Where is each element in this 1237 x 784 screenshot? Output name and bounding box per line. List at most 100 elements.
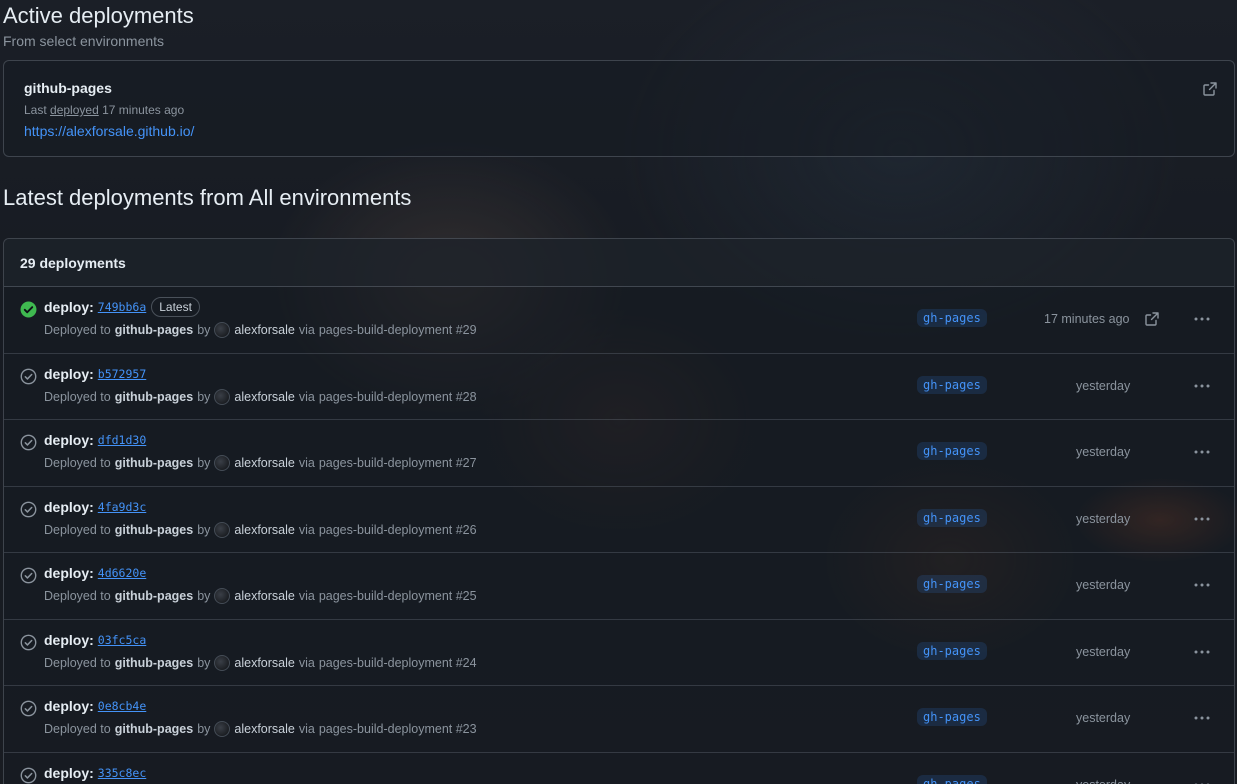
kebab-menu-icon[interactable]	[1193, 378, 1211, 394]
environment-link[interactable]: github-pages	[115, 456, 193, 470]
environment-link[interactable]: github-pages	[115, 390, 193, 404]
via-label: via	[298, 522, 315, 537]
branch-label[interactable]: gh-pages	[917, 641, 987, 660]
external-link-icon[interactable]	[1144, 311, 1160, 327]
branch-label[interactable]: gh-pages	[917, 575, 987, 593]
via-label: via	[298, 389, 315, 404]
workflow-run-link[interactable]: pages-build-deployment #26	[319, 523, 477, 537]
deploy-label: deploy:	[44, 565, 94, 581]
branch-label[interactable]: gh-pages	[917, 708, 987, 726]
deployment-title: deploy: 4d6620e	[44, 563, 146, 583]
kebab-menu-icon[interactable]	[1193, 644, 1211, 660]
by-label: by	[197, 722, 211, 736]
workflow-run-link[interactable]: pages-build-deployment #29	[319, 323, 477, 337]
workflow-run-link[interactable]: pages-build-deployment #28	[319, 390, 477, 404]
inactive-check-icon	[20, 434, 37, 451]
deploy-label: deploy:	[44, 299, 94, 315]
deployment-row: deploy: dfd1d30 Deployed to github-pages…	[4, 420, 1234, 487]
avatar[interactable]	[214, 588, 231, 604]
deployed-link[interactable]: deployed	[50, 103, 99, 117]
environment-link[interactable]: github-pages	[115, 656, 193, 670]
avatar[interactable]	[214, 455, 231, 471]
branch-label[interactable]: gh-pages	[917, 442, 987, 460]
kebab-menu-icon[interactable]	[1193, 511, 1211, 527]
commit-sha-link[interactable]: 4fa9d3c	[98, 500, 146, 514]
by-label: by	[197, 589, 211, 603]
avatar[interactable]	[214, 521, 231, 538]
inactive-check-icon	[20, 700, 37, 717]
environment-link[interactable]: github-pages	[115, 323, 193, 337]
avatar[interactable]	[214, 654, 231, 671]
deployment-row: deploy: b572957 Deployed to github-pages…	[4, 354, 1234, 420]
inactive-check-icon	[20, 567, 37, 584]
deployed-to-label: Deployed to	[44, 323, 111, 337]
deployed-to-label: Deployed to	[44, 722, 111, 736]
environment-link[interactable]: github-pages	[115, 722, 193, 736]
inactive-check-icon	[20, 634, 37, 650]
inactive-check-icon	[20, 501, 37, 517]
deployed-to-label: Deployed to	[44, 456, 111, 470]
avatar[interactable]	[214, 721, 231, 737]
deploy-label: deploy:	[44, 631, 94, 648]
by-label: by	[197, 655, 211, 670]
user-link[interactable]: alexforsale	[234, 390, 294, 404]
environment-link[interactable]: github-pages	[115, 589, 193, 603]
commit-sha-link[interactable]: dfd1d30	[98, 433, 146, 447]
kebab-menu-icon[interactable]	[1193, 777, 1211, 784]
environment-link[interactable]: github-pages	[115, 523, 193, 537]
deployment-details: Deployed to github-pages by alexforsale …	[44, 322, 477, 338]
external-link-icon[interactable]	[1202, 81, 1218, 97]
avatar[interactable]	[214, 322, 231, 338]
commit-sha-link[interactable]: 335c8ec	[98, 766, 146, 780]
workflow-run-link[interactable]: pages-build-deployment #23	[319, 722, 477, 736]
commit-sha-link[interactable]: 749bb6a	[98, 300, 146, 314]
deployed-to-label: Deployed to	[44, 389, 111, 404]
deploy-label: deploy:	[44, 432, 94, 448]
user-link[interactable]: alexforsale	[234, 589, 294, 603]
branch-label[interactable]: gh-pages	[917, 375, 987, 394]
environment-url-link[interactable]: https://alexforsale.github.io/	[24, 123, 194, 139]
workflow-run-link[interactable]: pages-build-deployment #27	[319, 456, 477, 470]
via-label: via	[298, 323, 315, 337]
by-label: by	[197, 323, 211, 337]
user-link[interactable]: alexforsale	[234, 456, 294, 470]
user-link[interactable]: alexforsale	[234, 323, 294, 337]
deployment-time: yesterday	[1076, 445, 1131, 459]
branch-label[interactable]: gh-pages	[917, 508, 987, 527]
deployment-row: deploy: 4d6620e Deployed to github-pages…	[4, 553, 1234, 620]
avatar[interactable]	[214, 388, 231, 405]
inactive-check-icon	[20, 368, 37, 384]
deployment-row: deploy: 749bb6a Latest Deployed to githu…	[4, 287, 1234, 354]
deployment-details: Deployed to github-pages by alexforsale …	[44, 455, 477, 471]
deployment-row: deploy: 4fa9d3c Deployed to github-pages…	[4, 487, 1234, 553]
deployment-time: yesterday	[1076, 644, 1131, 659]
commit-sha-link[interactable]: 0e8cb4e	[98, 699, 146, 713]
deploy-label: deploy:	[44, 764, 94, 781]
deployment-time: yesterday	[1076, 711, 1131, 725]
user-link[interactable]: alexforsale	[234, 656, 294, 670]
deployment-row: deploy: 335c8ec Deployed to github-pages…	[4, 753, 1234, 784]
kebab-menu-icon[interactable]	[1193, 444, 1211, 460]
deployments-list: 29 deployments deploy: 749bb6a Latest De…	[3, 238, 1235, 784]
kebab-menu-icon[interactable]	[1193, 710, 1211, 726]
deployment-title: deploy: 03fc5ca	[44, 630, 146, 650]
commit-sha-link[interactable]: 03fc5ca	[98, 633, 146, 647]
deployment-time: yesterday	[1076, 378, 1131, 393]
user-link[interactable]: alexforsale	[234, 523, 294, 537]
commit-sha-link[interactable]: 4d6620e	[98, 566, 146, 580]
deployment-title: deploy: dfd1d30	[44, 430, 146, 450]
deployment-details: Deployed to github-pages by alexforsale …	[44, 521, 477, 538]
deployment-row: deploy: 0e8cb4e Deployed to github-pages…	[4, 686, 1234, 753]
branch-label[interactable]: gh-pages	[917, 309, 987, 327]
commit-sha-link[interactable]: b572957	[98, 367, 146, 381]
active-deployment-card: github-pages Last deployed 17 minutes ag…	[3, 60, 1235, 157]
deployed-to-label: Deployed to	[44, 655, 111, 670]
via-label: via	[298, 589, 315, 603]
branch-label[interactable]: gh-pages	[917, 774, 987, 784]
deployment-title: deploy: 0e8cb4e	[44, 696, 146, 716]
workflow-run-link[interactable]: pages-build-deployment #25	[319, 589, 477, 603]
kebab-menu-icon[interactable]	[1193, 577, 1211, 593]
user-link[interactable]: alexforsale	[234, 722, 294, 736]
kebab-menu-icon[interactable]	[1193, 311, 1211, 327]
workflow-run-link[interactable]: pages-build-deployment #24	[319, 656, 477, 670]
